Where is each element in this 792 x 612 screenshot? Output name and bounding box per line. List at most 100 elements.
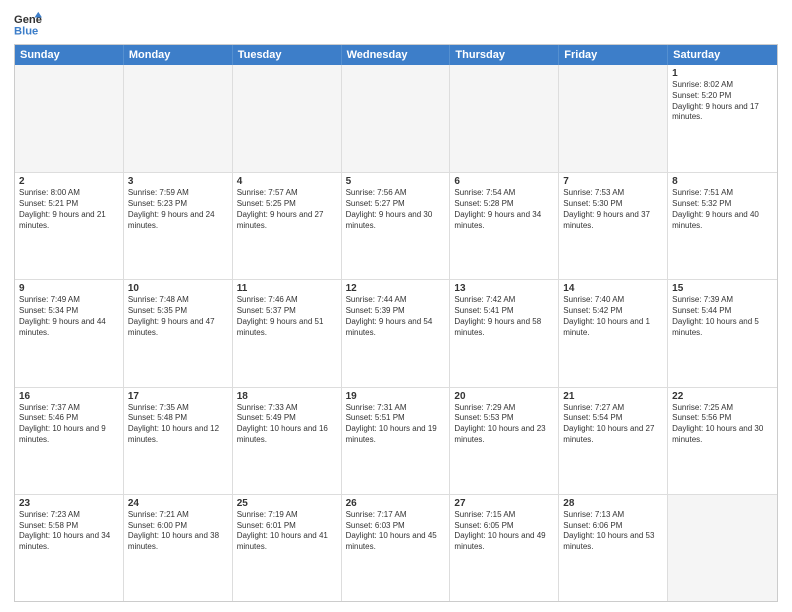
calendar-cell: 12Sunrise: 7:44 AM Sunset: 5:39 PM Dayli…: [342, 280, 451, 386]
calendar-cell: 13Sunrise: 7:42 AM Sunset: 5:41 PM Dayli…: [450, 280, 559, 386]
calendar-row-1: 1Sunrise: 8:02 AM Sunset: 5:20 PM Daylig…: [15, 65, 777, 172]
cell-info: Sunrise: 7:40 AM Sunset: 5:42 PM Dayligh…: [563, 295, 663, 338]
day-of-week-saturday: Saturday: [668, 45, 777, 65]
cell-info: Sunrise: 8:02 AM Sunset: 5:20 PM Dayligh…: [672, 80, 773, 123]
cell-info: Sunrise: 7:39 AM Sunset: 5:44 PM Dayligh…: [672, 295, 773, 338]
calendar-cell: 5Sunrise: 7:56 AM Sunset: 5:27 PM Daylig…: [342, 173, 451, 279]
day-number: 26: [346, 498, 446, 509]
day-number: 4: [237, 176, 337, 187]
cell-info: Sunrise: 7:37 AM Sunset: 5:46 PM Dayligh…: [19, 403, 119, 446]
calendar-cell: 17Sunrise: 7:35 AM Sunset: 5:48 PM Dayli…: [124, 388, 233, 494]
calendar-cell: 24Sunrise: 7:21 AM Sunset: 6:00 PM Dayli…: [124, 495, 233, 601]
day-number: 17: [128, 391, 228, 402]
cell-info: Sunrise: 7:25 AM Sunset: 5:56 PM Dayligh…: [672, 403, 773, 446]
calendar-cell: 25Sunrise: 7:19 AM Sunset: 6:01 PM Dayli…: [233, 495, 342, 601]
calendar-cell: 10Sunrise: 7:48 AM Sunset: 5:35 PM Dayli…: [124, 280, 233, 386]
cell-info: Sunrise: 7:54 AM Sunset: 5:28 PM Dayligh…: [454, 188, 554, 231]
calendar-cell: [233, 65, 342, 172]
calendar-header: SundayMondayTuesdayWednesdayThursdayFrid…: [15, 45, 777, 65]
calendar-cell: [15, 65, 124, 172]
calendar-cell: 21Sunrise: 7:27 AM Sunset: 5:54 PM Dayli…: [559, 388, 668, 494]
calendar-cell: 26Sunrise: 7:17 AM Sunset: 6:03 PM Dayli…: [342, 495, 451, 601]
day-number: 8: [672, 176, 773, 187]
calendar-row-5: 23Sunrise: 7:23 AM Sunset: 5:58 PM Dayli…: [15, 494, 777, 601]
day-number: 1: [672, 68, 773, 79]
cell-info: Sunrise: 7:35 AM Sunset: 5:48 PM Dayligh…: [128, 403, 228, 446]
cell-info: Sunrise: 7:51 AM Sunset: 5:32 PM Dayligh…: [672, 188, 773, 231]
day-number: 25: [237, 498, 337, 509]
cell-info: Sunrise: 7:27 AM Sunset: 5:54 PM Dayligh…: [563, 403, 663, 446]
day-number: 2: [19, 176, 119, 187]
calendar: SundayMondayTuesdayWednesdayThursdayFrid…: [14, 44, 778, 602]
day-number: 15: [672, 283, 773, 294]
cell-info: Sunrise: 7:53 AM Sunset: 5:30 PM Dayligh…: [563, 188, 663, 231]
day-number: 24: [128, 498, 228, 509]
calendar-cell: [668, 495, 777, 601]
day-of-week-sunday: Sunday: [15, 45, 124, 65]
svg-text:Blue: Blue: [14, 25, 38, 37]
day-number: 9: [19, 283, 119, 294]
logo-icon: General Blue: [14, 10, 42, 38]
cell-info: Sunrise: 7:48 AM Sunset: 5:35 PM Dayligh…: [128, 295, 228, 338]
day-number: 28: [563, 498, 663, 509]
day-number: 21: [563, 391, 663, 402]
cell-info: Sunrise: 7:31 AM Sunset: 5:51 PM Dayligh…: [346, 403, 446, 446]
day-number: 23: [19, 498, 119, 509]
cell-info: Sunrise: 7:19 AM Sunset: 6:01 PM Dayligh…: [237, 510, 337, 553]
calendar-cell: 20Sunrise: 7:29 AM Sunset: 5:53 PM Dayli…: [450, 388, 559, 494]
day-number: 13: [454, 283, 554, 294]
day-number: 10: [128, 283, 228, 294]
calendar-row-2: 2Sunrise: 8:00 AM Sunset: 5:21 PM Daylig…: [15, 172, 777, 279]
calendar-cell: 3Sunrise: 7:59 AM Sunset: 5:23 PM Daylig…: [124, 173, 233, 279]
logo: General Blue: [14, 10, 42, 38]
day-number: 14: [563, 283, 663, 294]
cell-info: Sunrise: 7:23 AM Sunset: 5:58 PM Dayligh…: [19, 510, 119, 553]
calendar-cell: 16Sunrise: 7:37 AM Sunset: 5:46 PM Dayli…: [15, 388, 124, 494]
calendar-cell: 2Sunrise: 8:00 AM Sunset: 5:21 PM Daylig…: [15, 173, 124, 279]
day-number: 22: [672, 391, 773, 402]
calendar-row-3: 9Sunrise: 7:49 AM Sunset: 5:34 PM Daylig…: [15, 279, 777, 386]
page-header: General Blue: [14, 10, 778, 38]
day-of-week-thursday: Thursday: [450, 45, 559, 65]
calendar-cell: [342, 65, 451, 172]
cell-info: Sunrise: 7:49 AM Sunset: 5:34 PM Dayligh…: [19, 295, 119, 338]
cell-info: Sunrise: 7:42 AM Sunset: 5:41 PM Dayligh…: [454, 295, 554, 338]
calendar-cell: 6Sunrise: 7:54 AM Sunset: 5:28 PM Daylig…: [450, 173, 559, 279]
day-number: 19: [346, 391, 446, 402]
day-of-week-tuesday: Tuesday: [233, 45, 342, 65]
calendar-cell: 28Sunrise: 7:13 AM Sunset: 6:06 PM Dayli…: [559, 495, 668, 601]
day-of-week-friday: Friday: [559, 45, 668, 65]
calendar-cell: [559, 65, 668, 172]
calendar-cell: 9Sunrise: 7:49 AM Sunset: 5:34 PM Daylig…: [15, 280, 124, 386]
calendar-row-4: 16Sunrise: 7:37 AM Sunset: 5:46 PM Dayli…: [15, 387, 777, 494]
calendar-cell: [450, 65, 559, 172]
day-number: 3: [128, 176, 228, 187]
day-of-week-monday: Monday: [124, 45, 233, 65]
calendar-cell: 15Sunrise: 7:39 AM Sunset: 5:44 PM Dayli…: [668, 280, 777, 386]
cell-info: Sunrise: 7:46 AM Sunset: 5:37 PM Dayligh…: [237, 295, 337, 338]
cell-info: Sunrise: 7:56 AM Sunset: 5:27 PM Dayligh…: [346, 188, 446, 231]
day-number: 20: [454, 391, 554, 402]
calendar-cell: 27Sunrise: 7:15 AM Sunset: 6:05 PM Dayli…: [450, 495, 559, 601]
calendar-cell: [124, 65, 233, 172]
day-number: 16: [19, 391, 119, 402]
calendar-cell: 4Sunrise: 7:57 AM Sunset: 5:25 PM Daylig…: [233, 173, 342, 279]
cell-info: Sunrise: 7:59 AM Sunset: 5:23 PM Dayligh…: [128, 188, 228, 231]
cell-info: Sunrise: 7:17 AM Sunset: 6:03 PM Dayligh…: [346, 510, 446, 553]
calendar-cell: 14Sunrise: 7:40 AM Sunset: 5:42 PM Dayli…: [559, 280, 668, 386]
cell-info: Sunrise: 7:13 AM Sunset: 6:06 PM Dayligh…: [563, 510, 663, 553]
calendar-cell: 23Sunrise: 7:23 AM Sunset: 5:58 PM Dayli…: [15, 495, 124, 601]
cell-info: Sunrise: 7:29 AM Sunset: 5:53 PM Dayligh…: [454, 403, 554, 446]
calendar-cell: 7Sunrise: 7:53 AM Sunset: 5:30 PM Daylig…: [559, 173, 668, 279]
day-number: 27: [454, 498, 554, 509]
day-number: 6: [454, 176, 554, 187]
day-number: 5: [346, 176, 446, 187]
calendar-cell: 19Sunrise: 7:31 AM Sunset: 5:51 PM Dayli…: [342, 388, 451, 494]
calendar-body: 1Sunrise: 8:02 AM Sunset: 5:20 PM Daylig…: [15, 65, 777, 601]
calendar-cell: 1Sunrise: 8:02 AM Sunset: 5:20 PM Daylig…: [668, 65, 777, 172]
cell-info: Sunrise: 7:57 AM Sunset: 5:25 PM Dayligh…: [237, 188, 337, 231]
calendar-cell: 11Sunrise: 7:46 AM Sunset: 5:37 PM Dayli…: [233, 280, 342, 386]
calendar-cell: 18Sunrise: 7:33 AM Sunset: 5:49 PM Dayli…: [233, 388, 342, 494]
day-of-week-wednesday: Wednesday: [342, 45, 451, 65]
calendar-cell: 22Sunrise: 7:25 AM Sunset: 5:56 PM Dayli…: [668, 388, 777, 494]
